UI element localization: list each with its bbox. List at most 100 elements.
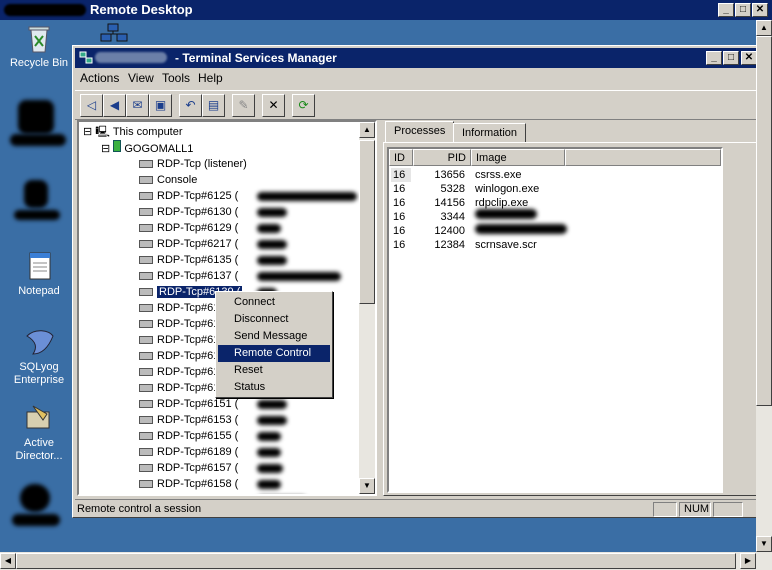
rd-scroll-down[interactable]: ▼ xyxy=(756,536,772,552)
tree-node-session[interactable]: RDP-Tcp#61 xyxy=(139,332,219,348)
tree-node-session[interactable]: RDP-Tcp#6189 ( xyxy=(139,444,238,460)
connect-tool-button[interactable]: ◁ xyxy=(80,94,103,117)
session-icon xyxy=(139,384,153,393)
context-menu-disconnect[interactable]: Disconnect xyxy=(218,311,330,328)
rd-scroll-left[interactable]: ◀ xyxy=(0,553,16,569)
rd-vertical-scrollbar[interactable]: ▲ ▼ xyxy=(756,20,772,552)
tree-node-session[interactable]: RDP-Tcp#61 xyxy=(139,316,219,332)
process-row[interactable]: 16 14156 rdpclip.exe xyxy=(389,196,719,210)
process-id: 16 xyxy=(393,211,406,223)
tree-node-session[interactable]: RDP-Tcp#61 xyxy=(139,300,219,316)
tree-node-session[interactable]: RDP-Tcp#6130 ( xyxy=(139,204,238,220)
rd-scroll-up[interactable]: ▲ xyxy=(756,20,772,36)
redacted-title xyxy=(95,52,167,63)
redacted-username xyxy=(257,272,341,281)
close-button[interactable]: ✕ xyxy=(741,51,757,65)
status-num: NUM xyxy=(679,502,711,517)
redacted-label xyxy=(12,514,60,526)
tree-node-session[interactable]: RDP-Tcp#6153 ( xyxy=(139,412,238,428)
tree-node-session[interactable]: RDP-Tcp#6125 ( xyxy=(139,188,238,204)
process-row[interactable]: 16 12384 scrnsave.scr xyxy=(389,238,719,252)
context-menu-reset[interactable]: Reset xyxy=(218,362,330,379)
process-row[interactable]: 16 5328 winlogon.exe xyxy=(389,182,719,196)
tree-node-session[interactable]: RDP-Tcp#61 xyxy=(139,348,219,364)
scroll-thumb[interactable] xyxy=(359,140,375,304)
rd-scroll-right[interactable]: ▶ xyxy=(740,553,756,569)
minimize-button[interactable]: _ xyxy=(706,51,722,65)
redacted-icon xyxy=(18,100,54,134)
desktop-icon-active-directory[interactable]: Active Director... xyxy=(4,402,74,463)
remote-control-tool-button[interactable]: ▣ xyxy=(149,94,172,117)
tab-information[interactable]: Information xyxy=(453,123,527,143)
context-menu-send-message[interactable]: Send Message xyxy=(218,328,330,345)
tree-node-session[interactable]: RDP-Tcp#61 xyxy=(139,364,219,380)
redacted-username xyxy=(257,240,287,249)
menu-view[interactable]: View xyxy=(128,71,154,85)
end-process-tool-button[interactable]: ✕ xyxy=(262,94,285,117)
rd-close-button[interactable]: ✕ xyxy=(752,3,768,17)
tree-node-server[interactable]: ⊟ GOGOMALL1 xyxy=(101,140,193,156)
tree-node-session[interactable]: RDP-Tcp#6157 ( xyxy=(139,460,238,476)
rd-hscroll-thumb[interactable] xyxy=(16,553,736,569)
context-menu-connect[interactable]: Connect xyxy=(218,294,330,311)
session-icon xyxy=(139,208,153,217)
rd-maximize-button[interactable]: □ xyxy=(735,3,751,17)
column-header-pid[interactable]: PID xyxy=(413,149,471,166)
tree-node-session[interactable]: RDP-Tcp#6137 ( xyxy=(139,268,238,284)
redacted-label xyxy=(10,134,66,146)
rd-scroll-thumb[interactable] xyxy=(756,36,772,406)
tab-processes[interactable]: Processes xyxy=(385,121,455,143)
context-menu-status[interactable]: Status xyxy=(218,379,330,396)
tree-node-session[interactable]: RDP-Tcp#6135 ( xyxy=(139,252,238,268)
status-tool-button[interactable]: ▤ xyxy=(202,94,225,117)
menu-help[interactable]: Help xyxy=(198,71,223,85)
tree-node-session[interactable]: RDP-Tcp#6150 ( xyxy=(139,492,238,494)
tree-node-session[interactable]: RDP-Tcp#6155 ( xyxy=(139,428,238,444)
maximize-button[interactable]: □ xyxy=(723,51,739,65)
scroll-up-button[interactable]: ▲ xyxy=(359,122,375,138)
reset-tool-button[interactable]: ↶ xyxy=(179,94,202,117)
logoff-tool-button[interactable]: ✎ xyxy=(232,94,255,117)
tree-node-session[interactable]: RDP-Tcp#6217 ( xyxy=(139,236,238,252)
disconnect-tool-button[interactable]: ◀ xyxy=(103,94,126,117)
context-menu-remote-control[interactable]: Remote Control xyxy=(218,345,330,362)
redacted-username xyxy=(257,448,281,457)
context-menu: Connect Disconnect Send Message Remote Cont… xyxy=(215,291,333,398)
status-panel-blank xyxy=(713,502,743,517)
column-header-image[interactable]: Image xyxy=(471,149,565,166)
tree-node-console[interactable]: Console xyxy=(139,172,197,188)
tree-node-session[interactable]: RDP-Tcp#6158 ( xyxy=(139,476,238,492)
desktop-icon-recycle-bin[interactable]: Recycle Bin xyxy=(4,22,74,70)
process-row[interactable]: 16 3344 xyxy=(389,210,719,224)
desktop-icon-sqlyog[interactable]: SQLyog Enterprise xyxy=(4,326,74,387)
process-id: 16 xyxy=(393,183,406,195)
session-icon xyxy=(139,320,153,329)
session-icon xyxy=(139,464,153,473)
desktop-icon-notepad[interactable]: Notepad xyxy=(4,250,74,298)
rd-horizontal-scrollbar[interactable]: ◀ ▶ xyxy=(0,552,772,570)
recycle-bin-icon xyxy=(23,22,55,54)
scroll-down-button[interactable]: ▼ xyxy=(359,478,375,494)
session-icon xyxy=(139,400,153,409)
tree-scrollbar[interactable]: ▲ ▼ xyxy=(359,122,375,494)
process-row[interactable]: 16 13656 csrss.exe xyxy=(389,168,719,182)
computer-icon: 🖳 xyxy=(95,126,110,138)
tree-node-this-computer[interactable]: ⊟ 🖳 This computer xyxy=(83,124,183,140)
session-icon xyxy=(139,160,153,169)
menu-tools[interactable]: Tools xyxy=(162,71,190,85)
process-image: rdpclip.exe xyxy=(475,197,529,209)
rd-minimize-button[interactable]: _ xyxy=(718,3,734,17)
tree-node-session[interactable]: RDP-Tcp#6151 ( xyxy=(139,396,238,412)
redacted-username xyxy=(257,464,283,473)
menu-actions[interactable]: Actions xyxy=(80,71,119,85)
refresh-tool-button[interactable]: ⟳ xyxy=(292,94,315,117)
session-icon xyxy=(139,304,153,313)
column-header-id[interactable]: ID xyxy=(389,149,413,166)
tree-node-session[interactable]: RDP-Tcp (listener) xyxy=(139,156,247,172)
redacted-username xyxy=(257,224,281,233)
tree-node-session[interactable]: RDP-Tcp#61 xyxy=(139,380,219,396)
send-message-tool-button[interactable]: ✉ xyxy=(126,94,149,117)
tree-node-session[interactable]: RDP-Tcp#6129 ( xyxy=(139,220,238,236)
redacted-username xyxy=(257,208,287,217)
process-pid: 5328 xyxy=(440,183,465,195)
